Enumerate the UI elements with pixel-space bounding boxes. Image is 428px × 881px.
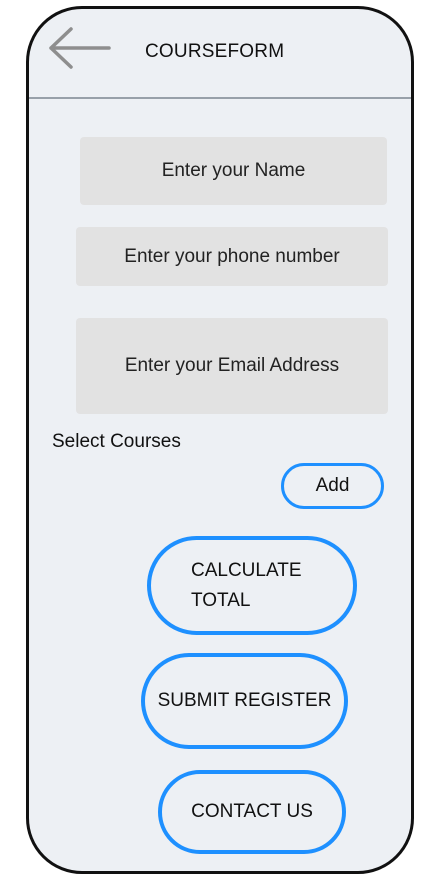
page-title: COURSEFORM xyxy=(145,41,285,62)
phone-frame: COURSEFORM Enter your Name Enter your ph… xyxy=(26,6,414,874)
phone-placeholder: Enter your phone number xyxy=(124,245,340,267)
app-header: COURSEFORM xyxy=(29,9,411,99)
phone-field[interactable]: Enter your phone number xyxy=(76,227,388,286)
submit-register-button[interactable]: SUBMIT REGISTER xyxy=(141,653,348,749)
calculate-total-label: CALCULATE TOTAL xyxy=(191,560,302,611)
contact-us-button[interactable]: CONTACT US xyxy=(158,770,346,854)
page: COURSEFORM Enter your Name Enter your ph… xyxy=(0,0,428,881)
select-courses-label: Select Courses xyxy=(52,431,181,452)
name-field[interactable]: Enter your Name xyxy=(80,137,387,205)
name-placeholder: Enter your Name xyxy=(161,160,306,182)
email-placeholder: Enter your Email Address xyxy=(124,355,340,377)
arrow-left-icon[interactable] xyxy=(47,27,111,69)
calculate-total-button[interactable]: CALCULATE TOTAL xyxy=(147,536,357,635)
email-field[interactable]: Enter your Email Address xyxy=(76,318,388,414)
add-course-button[interactable]: Add xyxy=(281,463,384,509)
